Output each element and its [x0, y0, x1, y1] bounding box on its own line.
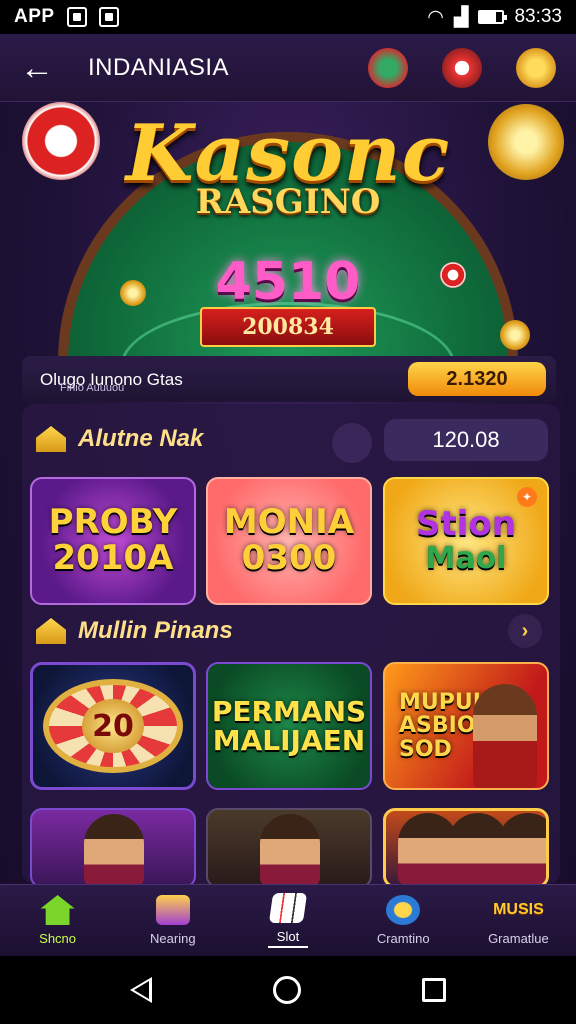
- wifi-icon: ◠: [427, 6, 444, 28]
- player-portrait-image: [498, 813, 546, 885]
- game-title-line: 0300: [241, 538, 337, 578]
- balance-pill[interactable]: 120.08: [384, 419, 548, 461]
- winner-value-button[interactable]: 2.1320: [408, 362, 546, 396]
- game-title-line: Maol: [425, 541, 507, 577]
- nav-item-slot[interactable]: Slot: [230, 885, 345, 956]
- section-title-1: Alutne Nak: [78, 425, 204, 452]
- home-icon: [40, 895, 75, 925]
- nav-item-gramatlue[interactable]: MUSIS Gramatlue: [461, 885, 576, 956]
- game-tile-6[interactable]: [383, 808, 549, 888]
- house-icon: [36, 618, 66, 644]
- notification-icon-2: [98, 7, 119, 27]
- nav-underline: [268, 946, 308, 948]
- notification-icon: [66, 7, 87, 27]
- toggle-button[interactable]: [332, 423, 372, 463]
- header-actions: [368, 47, 556, 88]
- nav-label: Gramatlue: [488, 931, 549, 946]
- promo-icon: [386, 895, 421, 925]
- game-title-line: MALIJAEN: [212, 724, 366, 757]
- status-app-label: APP: [14, 6, 55, 27]
- nav-label: Slot: [276, 929, 300, 944]
- section-header-1: Alutne Nak: [36, 425, 203, 453]
- logo-icon: MUSIS: [493, 901, 544, 918]
- system-back-icon[interactable]: [130, 977, 153, 1003]
- game-tile-roulette[interactable]: 20: [30, 662, 196, 790]
- gold-coin-icon: [500, 320, 530, 350]
- game-title-line: PROBY: [48, 502, 178, 543]
- game-tile-permans[interactable]: PERMANS MALIJAEN: [206, 662, 372, 790]
- house-icon: [36, 426, 66, 452]
- app-header: ← INDANIASIA: [0, 34, 576, 102]
- game-tile-2[interactable]: MONIA 0300: [206, 477, 372, 605]
- nav-item-cramtino[interactable]: Cramtino: [346, 885, 461, 956]
- nav-item-nearing[interactable]: Nearing: [115, 885, 230, 956]
- game-title-line: MONIA: [223, 502, 355, 543]
- game-title-line: Stion: [416, 504, 516, 545]
- game-tile-1[interactable]: PROBY 2010A: [30, 477, 196, 605]
- game-tile-4[interactable]: [30, 808, 196, 888]
- game-tile-5[interactable]: [206, 808, 372, 888]
- hero-jackpot-amount: 4510: [215, 252, 361, 312]
- winner-bar: Olugo Iunono Gtas Finio Auuuou 2.1320: [22, 356, 556, 402]
- status-right: ◠ ▟ 83:33: [427, 6, 562, 29]
- game-tile-label: PERMANS MALIJAEN: [211, 694, 367, 757]
- roulette-label: 20: [82, 699, 144, 753]
- player-portrait-image: [260, 814, 320, 886]
- hero-ribbon: 200834: [200, 307, 376, 347]
- gift-icon[interactable]: [368, 47, 408, 88]
- app-screen: APP ◠ ▟ 83:33 ← INDANIASIA Kasonc RASGIN…: [0, 0, 576, 1024]
- back-arrow-icon[interactable]: ←: [20, 51, 60, 85]
- bottom-nav: Shcno Nearing Slot Cramtino MUSIS Gramat…: [0, 884, 576, 956]
- nav-label: Nearing: [150, 931, 196, 946]
- winner-subtext: Finio Auuuou: [60, 382, 125, 394]
- game-title-line: 2010A: [52, 538, 174, 578]
- trophy-icon[interactable]: [516, 47, 556, 88]
- nav-label: Cramtino: [376, 931, 430, 946]
- game-tile-mupuis[interactable]: MUPUIS ASBIOK SOD: [383, 662, 549, 790]
- game-tile-3[interactable]: ✦ Stion Maol: [383, 477, 549, 605]
- nav-label: Shcno: [39, 931, 77, 946]
- status-bar: APP ◠ ▟ 83:33: [0, 0, 576, 34]
- hot-badge-icon: ✦: [517, 487, 537, 507]
- alert-icon[interactable]: [442, 47, 482, 88]
- game-tile-label: Stion Maol: [416, 507, 516, 574]
- system-recents-icon[interactable]: [421, 978, 446, 1002]
- cards-icon: [268, 893, 308, 923]
- page-title: INDANIASIA: [88, 53, 230, 81]
- system-home-icon[interactable]: [272, 976, 301, 1004]
- section-header-2: Mullin Pinans: [36, 617, 233, 645]
- game-title-line: PERMANS: [211, 694, 367, 728]
- nav-item-home[interactable]: Shcno: [0, 885, 115, 956]
- vip-icon: [155, 895, 190, 925]
- dealer-figure-image: [473, 684, 537, 788]
- section-title-2: Mullin Pinans: [78, 617, 233, 644]
- chevron-right-icon[interactable]: ›: [508, 614, 542, 648]
- player-portrait-image: [84, 814, 144, 886]
- signal-icon: ▟: [453, 6, 469, 28]
- game-tile-label: MONIA 0300: [224, 505, 354, 576]
- roulette-wheel-icon: 20: [43, 679, 183, 773]
- system-nav-bar: [0, 956, 576, 1024]
- status-time: 83:33: [514, 6, 562, 27]
- game-tile-label: PROBY 2010A: [49, 505, 178, 576]
- hero-subtitle: RASGINO: [195, 182, 381, 222]
- battery-icon: [478, 10, 508, 24]
